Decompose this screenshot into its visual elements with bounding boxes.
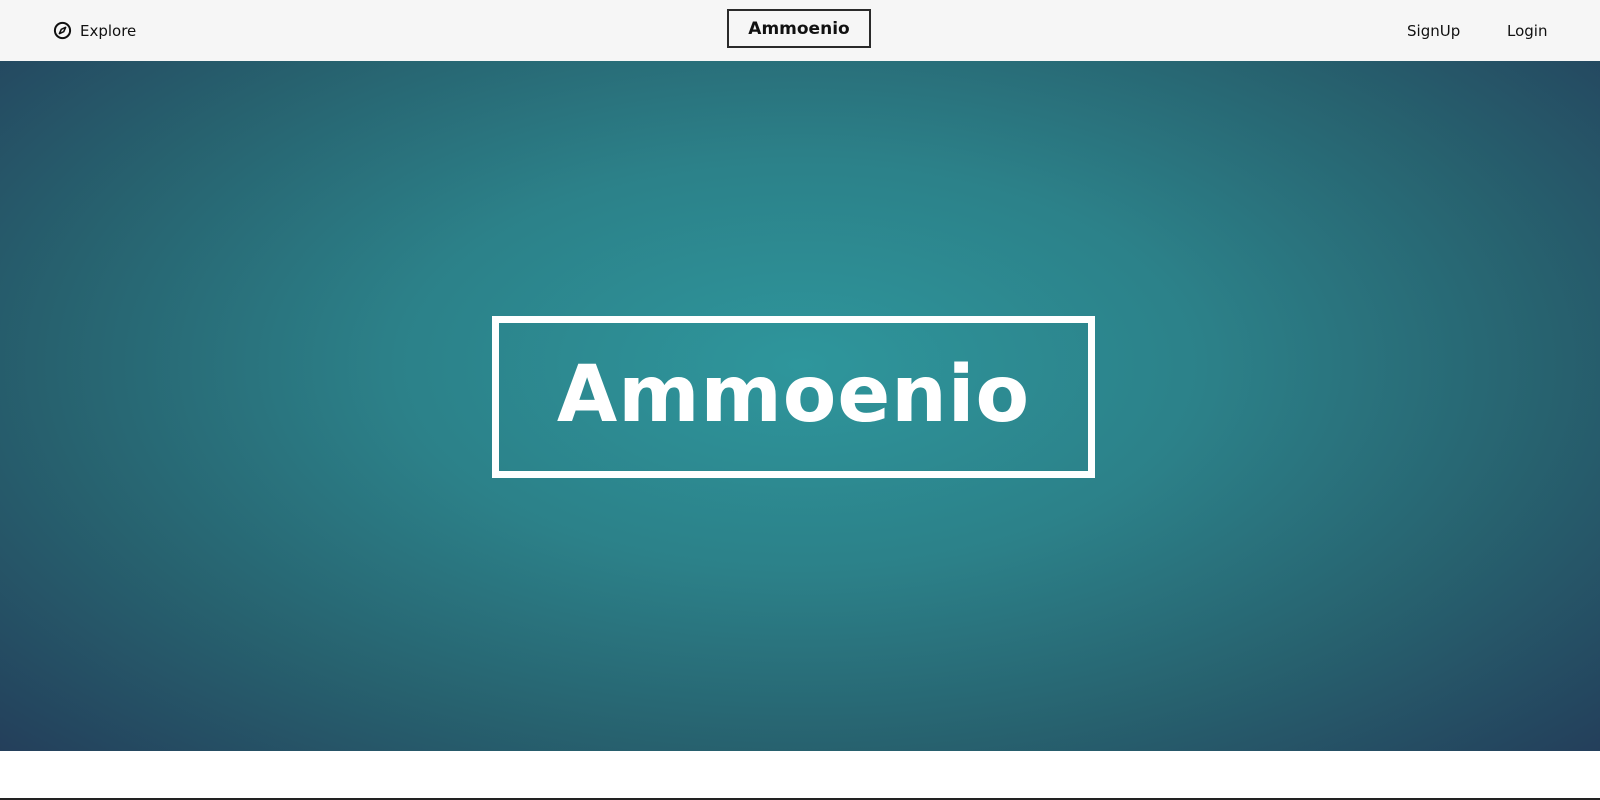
compass-icon xyxy=(53,21,72,40)
top-navbar: Explore Ammoenio SignUp Login xyxy=(0,0,1600,61)
hero-title-frame: Ammoenio xyxy=(492,316,1095,478)
hero-banner: Ammoenio xyxy=(0,61,1600,751)
brand-logo-button[interactable]: Ammoenio xyxy=(727,9,871,48)
explore-link[interactable]: Explore xyxy=(53,21,136,40)
explore-label: Explore xyxy=(80,21,137,40)
signup-link[interactable]: SignUp xyxy=(1407,22,1460,40)
login-link[interactable]: Login xyxy=(1507,22,1547,40)
hero-title: Ammoenio xyxy=(556,350,1031,440)
